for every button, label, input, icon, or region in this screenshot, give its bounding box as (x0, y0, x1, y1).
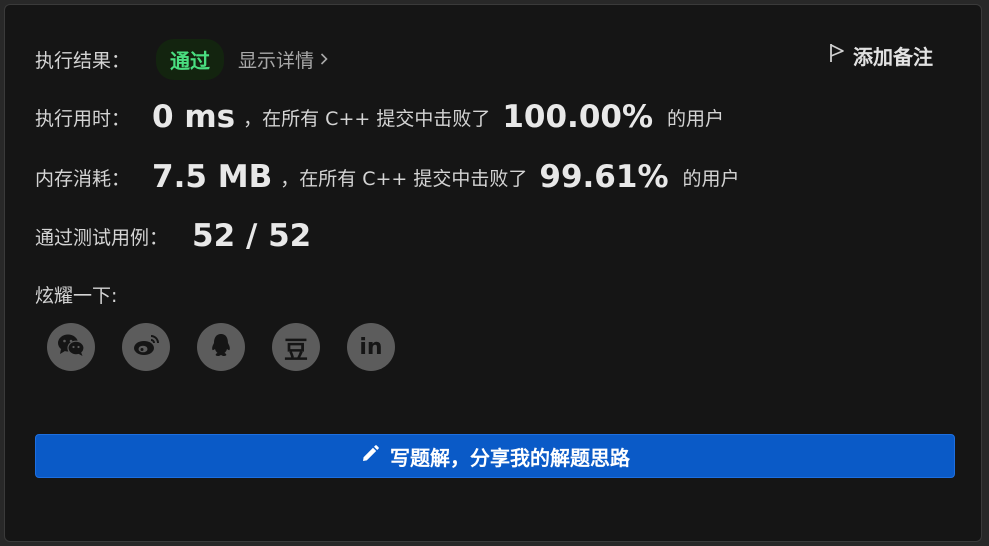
runtime-percent: 100.00% (502, 99, 654, 135)
linkedin-icon: in (359, 334, 383, 360)
share-label: 炫耀一下: (35, 285, 118, 307)
testcases-row: 通过测试用例： 52 / 52 (35, 218, 311, 254)
share-qq-button[interactable] (197, 323, 245, 371)
show-details-link[interactable]: 显示详情 (238, 46, 328, 73)
share-douban-button[interactable]: 豆 (272, 323, 320, 371)
wechat-icon (57, 333, 85, 361)
qq-icon (209, 332, 233, 362)
share-wechat-button[interactable] (47, 323, 95, 371)
share-icons: 豆 in (47, 323, 395, 371)
testcases-value: 52 / 52 (192, 218, 312, 254)
result-label: 执行结果： (35, 50, 131, 72)
runtime-value: 0 ms (152, 99, 236, 135)
chevron-right-icon (320, 50, 328, 69)
status-badge: 通过 (156, 39, 225, 80)
write-solution-label: 写题解，分享我的解题思路 (390, 445, 630, 470)
add-note-button[interactable]: 添加备注 (829, 41, 933, 70)
memory-value: 7.5 MB (152, 159, 273, 195)
runtime-label: 执行用时： (35, 107, 131, 130)
submission-result-card: 执行结果： 通过 显示详情 添加备注 执行用时： 0 ms ，在所有 C++ 提… (4, 4, 982, 542)
runtime-beat-text: ，在所有 C++ 提交中击败了 (243, 107, 491, 130)
runtime-suffix: 的用户 (667, 107, 725, 130)
share-linkedin-button[interactable]: in (347, 323, 395, 371)
memory-percent: 99.61% (539, 159, 669, 195)
pencil-icon (360, 444, 380, 469)
show-details-label: 显示详情 (238, 50, 315, 72)
flag-icon (829, 43, 845, 68)
add-note-label: 添加备注 (853, 45, 933, 69)
weibo-icon (132, 333, 160, 361)
runtime-row: 执行用时： 0 ms ，在所有 C++ 提交中击败了 100.00% 的用户 (35, 99, 724, 135)
testcases-label: 通过测试用例： (35, 226, 169, 249)
douban-icon: 豆 (284, 335, 308, 364)
memory-suffix: 的用户 (682, 167, 740, 190)
share-weibo-button[interactable] (122, 323, 170, 371)
memory-row: 内存消耗： 7.5 MB ，在所有 C++ 提交中击败了 99.61% 的用户 (35, 159, 740, 195)
memory-label: 内存消耗： (35, 167, 131, 190)
result-row: 执行结果： 通过 显示详情 (35, 39, 328, 80)
memory-beat-text: ，在所有 C++ 提交中击败了 (280, 167, 528, 190)
write-solution-button[interactable]: 写题解，分享我的解题思路 (35, 434, 955, 478)
share-row: 炫耀一下: (35, 281, 117, 308)
